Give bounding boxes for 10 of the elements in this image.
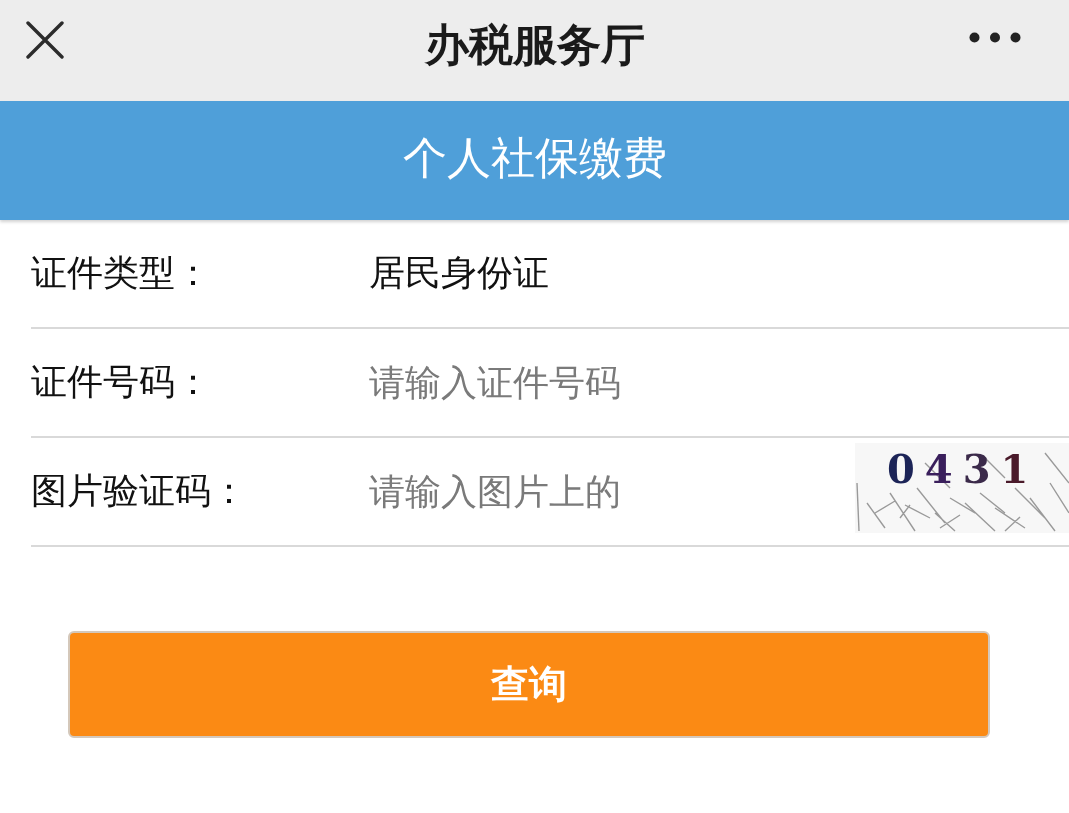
page-title: 个人社保缴费: [402, 131, 667, 185]
nav-title: 办税服务厅: [424, 18, 645, 72]
field-label: 图片验证码：: [31, 469, 248, 513]
close-icon[interactable]: [26, 20, 64, 59]
input-field[interactable]: 请输入图片上的: [369, 463, 709, 520]
field-label: 证件类型：: [31, 251, 212, 295]
field-label: 证件号码：: [31, 360, 212, 404]
input-field[interactable]: 请输入证件号码: [369, 354, 929, 411]
field-value: 居民身份证: [369, 251, 549, 295]
more-icon[interactable]: [969, 32, 1021, 43]
